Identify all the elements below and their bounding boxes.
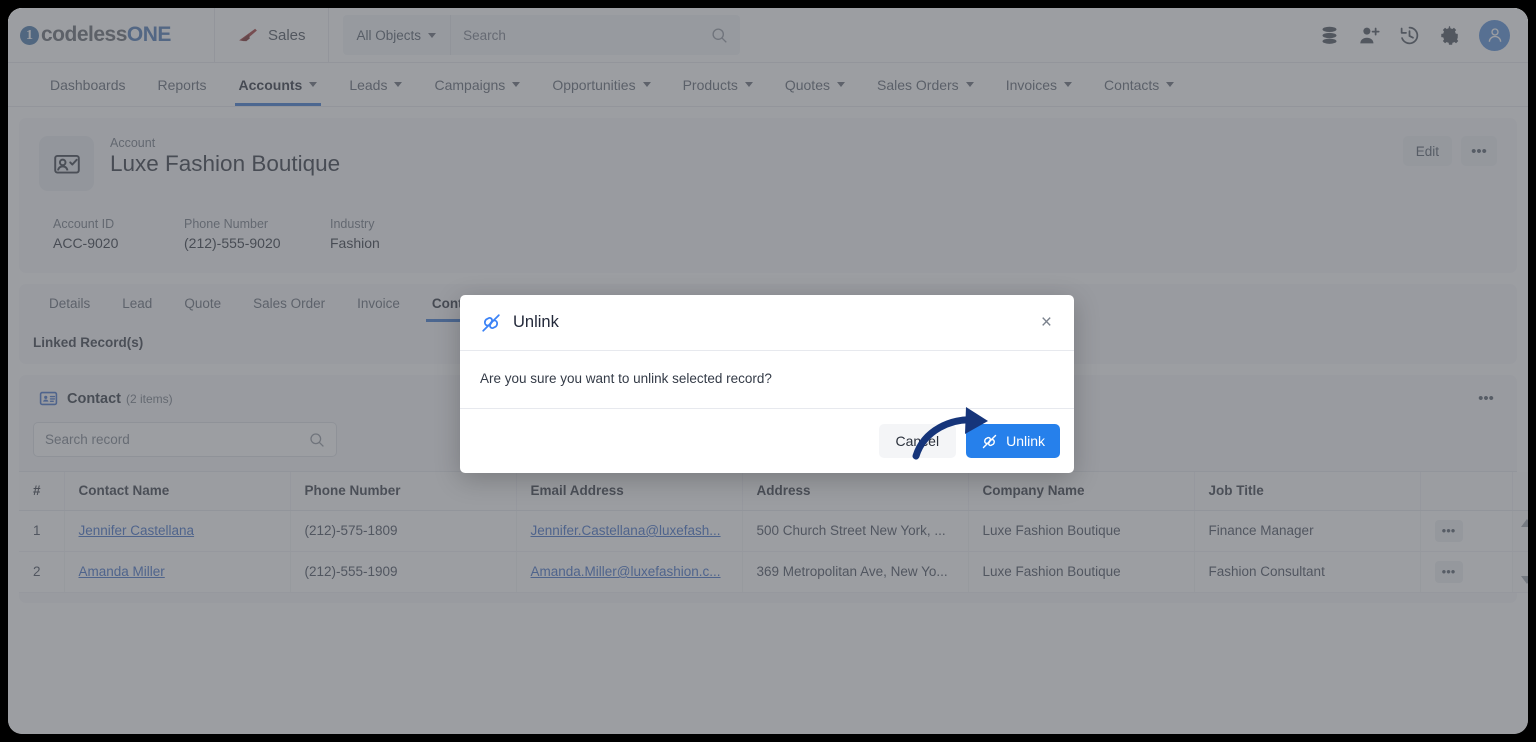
unlink-dialog: Unlink × Are you sure you want to unlink… bbox=[460, 295, 1074, 473]
confirm-unlink-button[interactable]: Unlink bbox=[966, 424, 1060, 458]
unlink-icon bbox=[982, 434, 997, 448]
dialog-footer: Cancel Unlink bbox=[460, 409, 1074, 473]
app-window: 1 codelessONE Sales All Objects bbox=[8, 8, 1528, 734]
dialog-title: Unlink bbox=[513, 313, 559, 331]
close-icon[interactable]: × bbox=[1039, 309, 1054, 336]
dialog-message: Are you sure you want to unlink selected… bbox=[460, 351, 1074, 409]
unlink-icon bbox=[482, 313, 500, 332]
dialog-header: Unlink × bbox=[460, 295, 1074, 351]
cancel-button[interactable]: Cancel bbox=[878, 424, 957, 458]
confirm-unlink-label: Unlink bbox=[1006, 433, 1045, 449]
